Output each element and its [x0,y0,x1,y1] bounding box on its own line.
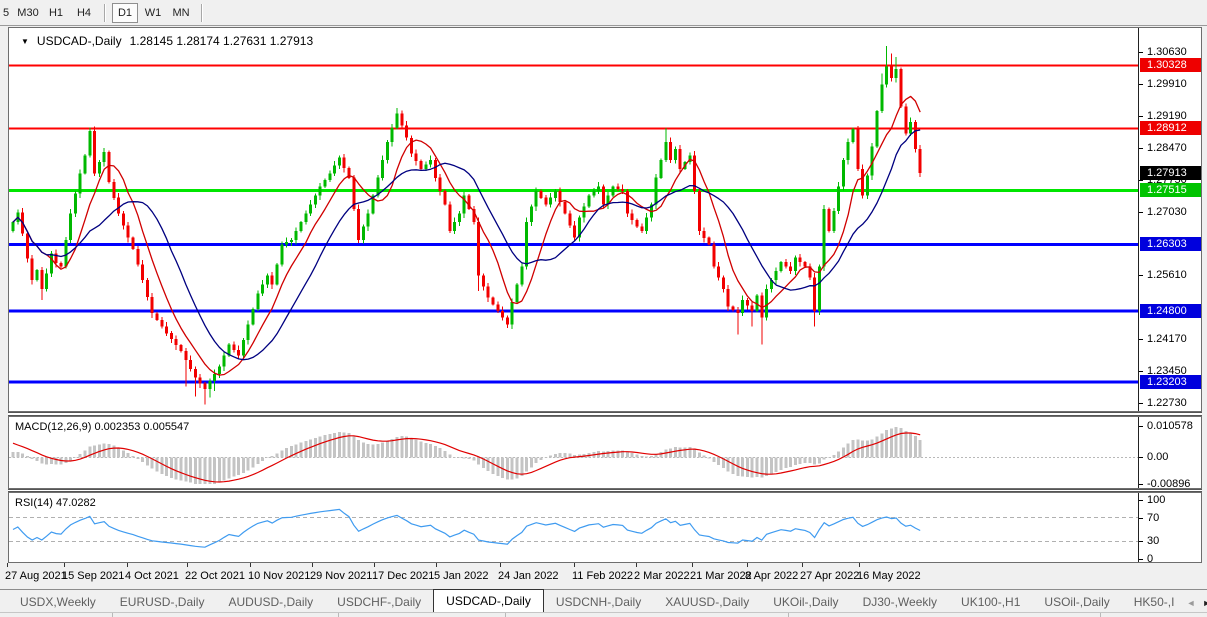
macd-axis[interactable]: 0.010578 0.00 -0.00896 [1138,417,1201,490]
timeframe-toolbar: 5 M30 H1 H4 D1 W1 MN [0,0,1207,26]
status-bar [0,612,1207,617]
chart-tab-xauusd[interactable]: XAUUSD-,Daily [653,592,761,612]
timeframe-button-h4[interactable]: H4 [71,3,97,23]
rsi-axis-label: 100 [1147,494,1166,506]
main-chart-pane: ▼ USDCAD-,Daily 1.28145 1.28174 1.27631 … [8,27,1202,412]
macd-histogram [11,427,922,484]
chart-tab-ukoil[interactable]: UKOil-,Daily [761,592,850,612]
date-axis-label: 17 Dec 2021 [372,570,435,582]
date-axis-label: 21 Mar 2022 [690,570,752,582]
rsi-axis[interactable]: 100 70 30 0 [1138,493,1201,565]
price-level-badge: 1.26303 [1140,237,1201,251]
chart-tab-usoil[interactable]: USOil-,Daily [1032,592,1121,612]
price-level-badge: 1.23203 [1140,375,1201,389]
fast-ma-line [12,95,921,376]
chart-title: ▼ USDCAD-,Daily 1.28145 1.28174 1.27631 … [21,34,313,48]
price-level-badge: 1.27913 [1140,166,1201,180]
rsi-label: RSI(14) 47.0282 [15,497,96,509]
price-axis[interactable]: 1.30630 1.29910 1.29190 1.28470 1.27750 1.270… [1138,28,1201,411]
chart-tab-usdx[interactable]: USDX,Weekly [8,592,108,612]
rsi-axis-label: 30 [1147,535,1160,547]
candles [11,46,922,405]
date-axis-label: 11 Feb 2022 [572,570,633,582]
rsi-chart-canvas[interactable] [9,493,1138,562]
date-axis-label: 24 Jan 2022 [498,570,559,582]
price-axis-label: 1.30630 [1147,46,1187,58]
price-level-badge: 1.27515 [1140,183,1201,197]
chart-tab-eurusd[interactable]: EURUSD-,Daily [108,592,217,612]
rsi-pane: RSI(14) 47.0282 100 70 30 0 [8,492,1202,565]
rsi-axis-label: 70 [1147,512,1160,524]
price-level-badge: 1.30328 [1140,58,1201,72]
date-axis-label: 10 Nov 2021 [248,570,311,582]
chart-tab-hk50[interactable]: HK50-,I [1122,592,1187,612]
chart-dropdown-icon[interactable]: ▼ [21,37,29,46]
macd-pane: MACD(12,26,9) 0.002353 0.005547 0.010578… [8,416,1202,490]
chart-tab-uk100[interactable]: UK100-,H1 [949,592,1032,612]
timeframe-button-w1[interactable]: W1 [140,3,166,23]
macd-axis-label: 0.010578 [1147,420,1193,432]
time-axis[interactable]: 27 Aug 2021 15 Sep 2021 4 Oct 2021 22 Oct 2… [5,563,1202,589]
chart-title-symbol: USDCAD-,Daily [36,34,122,48]
date-axis-label: 2 Mar 2022 [634,570,690,582]
toolbar-divider [201,3,202,22]
date-axis-label: 5 Jan 2022 [434,570,489,582]
price-level-badge: 1.28912 [1140,121,1201,135]
date-axis-label: 27 Apr 2022 [800,570,860,582]
timeframe-button-5[interactable]: 5 [0,3,13,23]
chart-tab-audusd[interactable]: AUDUSD-,Daily [216,592,325,612]
price-axis-label: 1.22730 [1147,397,1187,409]
date-axis-label: 16 May 2022 [857,570,921,582]
tab-scroll-right-icon[interactable]: ► [1202,598,1207,608]
price-axis-label: 1.27030 [1147,206,1187,218]
timeframe-button-h1[interactable]: H1 [43,3,69,23]
price-axis-label: 1.24170 [1147,333,1187,345]
price-chart-canvas[interactable] [9,28,1138,411]
price-axis-label: 1.25610 [1147,269,1187,281]
tab-scroll-left-icon[interactable]: ◄ [1186,598,1195,608]
timeframe-button-m30[interactable]: M30 [15,3,41,23]
date-axis-label: 8 Apr 2022 [745,570,799,582]
chart-tab-bar: USDX,Weekly EURUSD-,Daily AUDUSD-,Daily USD… [0,589,1207,612]
chart-title-ohlc: 1.28145 1.28174 1.27631 1.27913 [129,34,314,48]
macd-label: MACD(12,26,9) 0.002353 0.005547 [15,421,190,433]
date-axis-label: 27 Aug 2021 [5,570,67,582]
date-axis-label: 15 Sep 2021 [62,570,125,582]
date-axis-label: 4 Oct 2021 [125,570,179,582]
date-axis-label: 22 Oct 2021 [185,570,245,582]
timeframe-button-d1[interactable]: D1 [112,2,138,23]
chart-tab-usdcad[interactable]: USDCAD-,Daily [433,589,544,612]
price-level-badge: 1.24800 [1140,304,1201,318]
chart-tab-dj30[interactable]: DJ30-,Weekly [851,592,949,612]
toolbar-divider [104,3,105,22]
date-axis-label: 29 Nov 2021 [310,570,373,582]
support-resistance-lines [9,64,1138,384]
price-axis-label: 1.29910 [1147,78,1187,90]
chart-tab-usdchf[interactable]: USDCHF-,Daily [325,592,433,612]
chart-tab-usdcnh[interactable]: USDCNH-,Daily [544,592,653,612]
price-axis-label: 1.28470 [1147,142,1187,154]
timeframe-button-mn[interactable]: MN [168,3,194,23]
macd-axis-label: 0.00 [1147,451,1169,463]
